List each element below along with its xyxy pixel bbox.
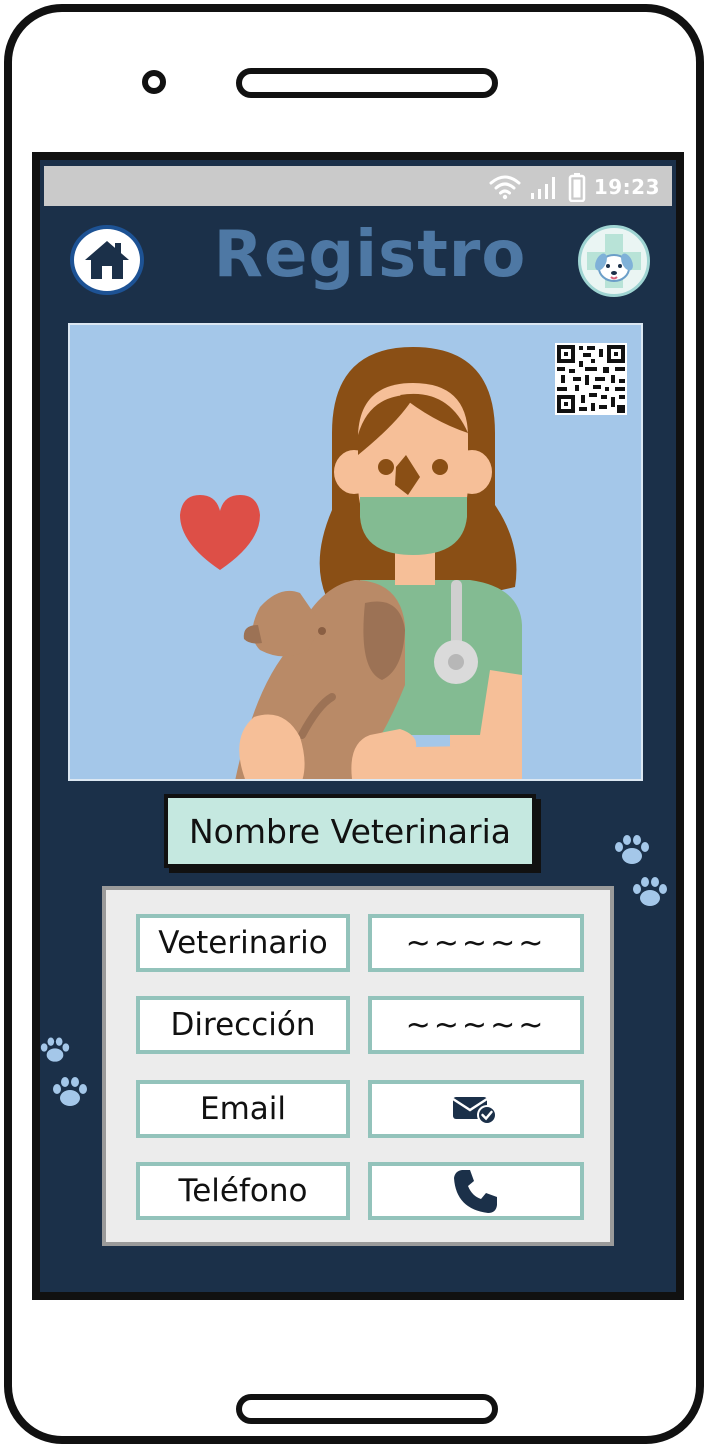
- label-telefono: Teléfono: [136, 1162, 350, 1220]
- status-bar: 19:23: [44, 166, 672, 206]
- email-verified-icon: [452, 1097, 497, 1125]
- qr-code-icon[interactable]: [555, 343, 627, 419]
- clinic-name: Nombre Veterinaria: [164, 794, 536, 868]
- label-veterinario: Veterinario: [136, 914, 350, 972]
- signal-icon: [530, 177, 555, 199]
- home-button[interactable]: [70, 225, 144, 295]
- home-bar[interactable]: [236, 1394, 498, 1424]
- camera-icon: [142, 70, 166, 94]
- page-title: Registro: [213, 218, 527, 292]
- paw-icon: [615, 835, 649, 864]
- value-direccion: ~~~~~: [368, 996, 584, 1054]
- paw-icon: [633, 877, 667, 906]
- paw-icon: [53, 1077, 87, 1106]
- phone-icon: [454, 1170, 497, 1213]
- vet-logo-icon: [578, 225, 650, 297]
- phone-button[interactable]: [368, 1162, 584, 1220]
- info-panel: Veterinario ~~~~~ Dirección ~~~~~ Email …: [102, 886, 614, 1246]
- home-icon: [85, 241, 129, 279]
- veterinarian-with-dog-illustration: [68, 323, 643, 781]
- status-time: 19:23: [593, 175, 660, 199]
- speaker-grille: [236, 68, 498, 98]
- label-direccion: Dirección: [136, 996, 350, 1054]
- email-button[interactable]: [368, 1080, 584, 1138]
- value-veterinario: ~~~~~: [368, 914, 584, 972]
- paw-icon: [40, 1037, 70, 1062]
- battery-icon: [568, 173, 586, 202]
- label-email: Email: [136, 1080, 350, 1138]
- wifi-icon: [489, 175, 521, 200]
